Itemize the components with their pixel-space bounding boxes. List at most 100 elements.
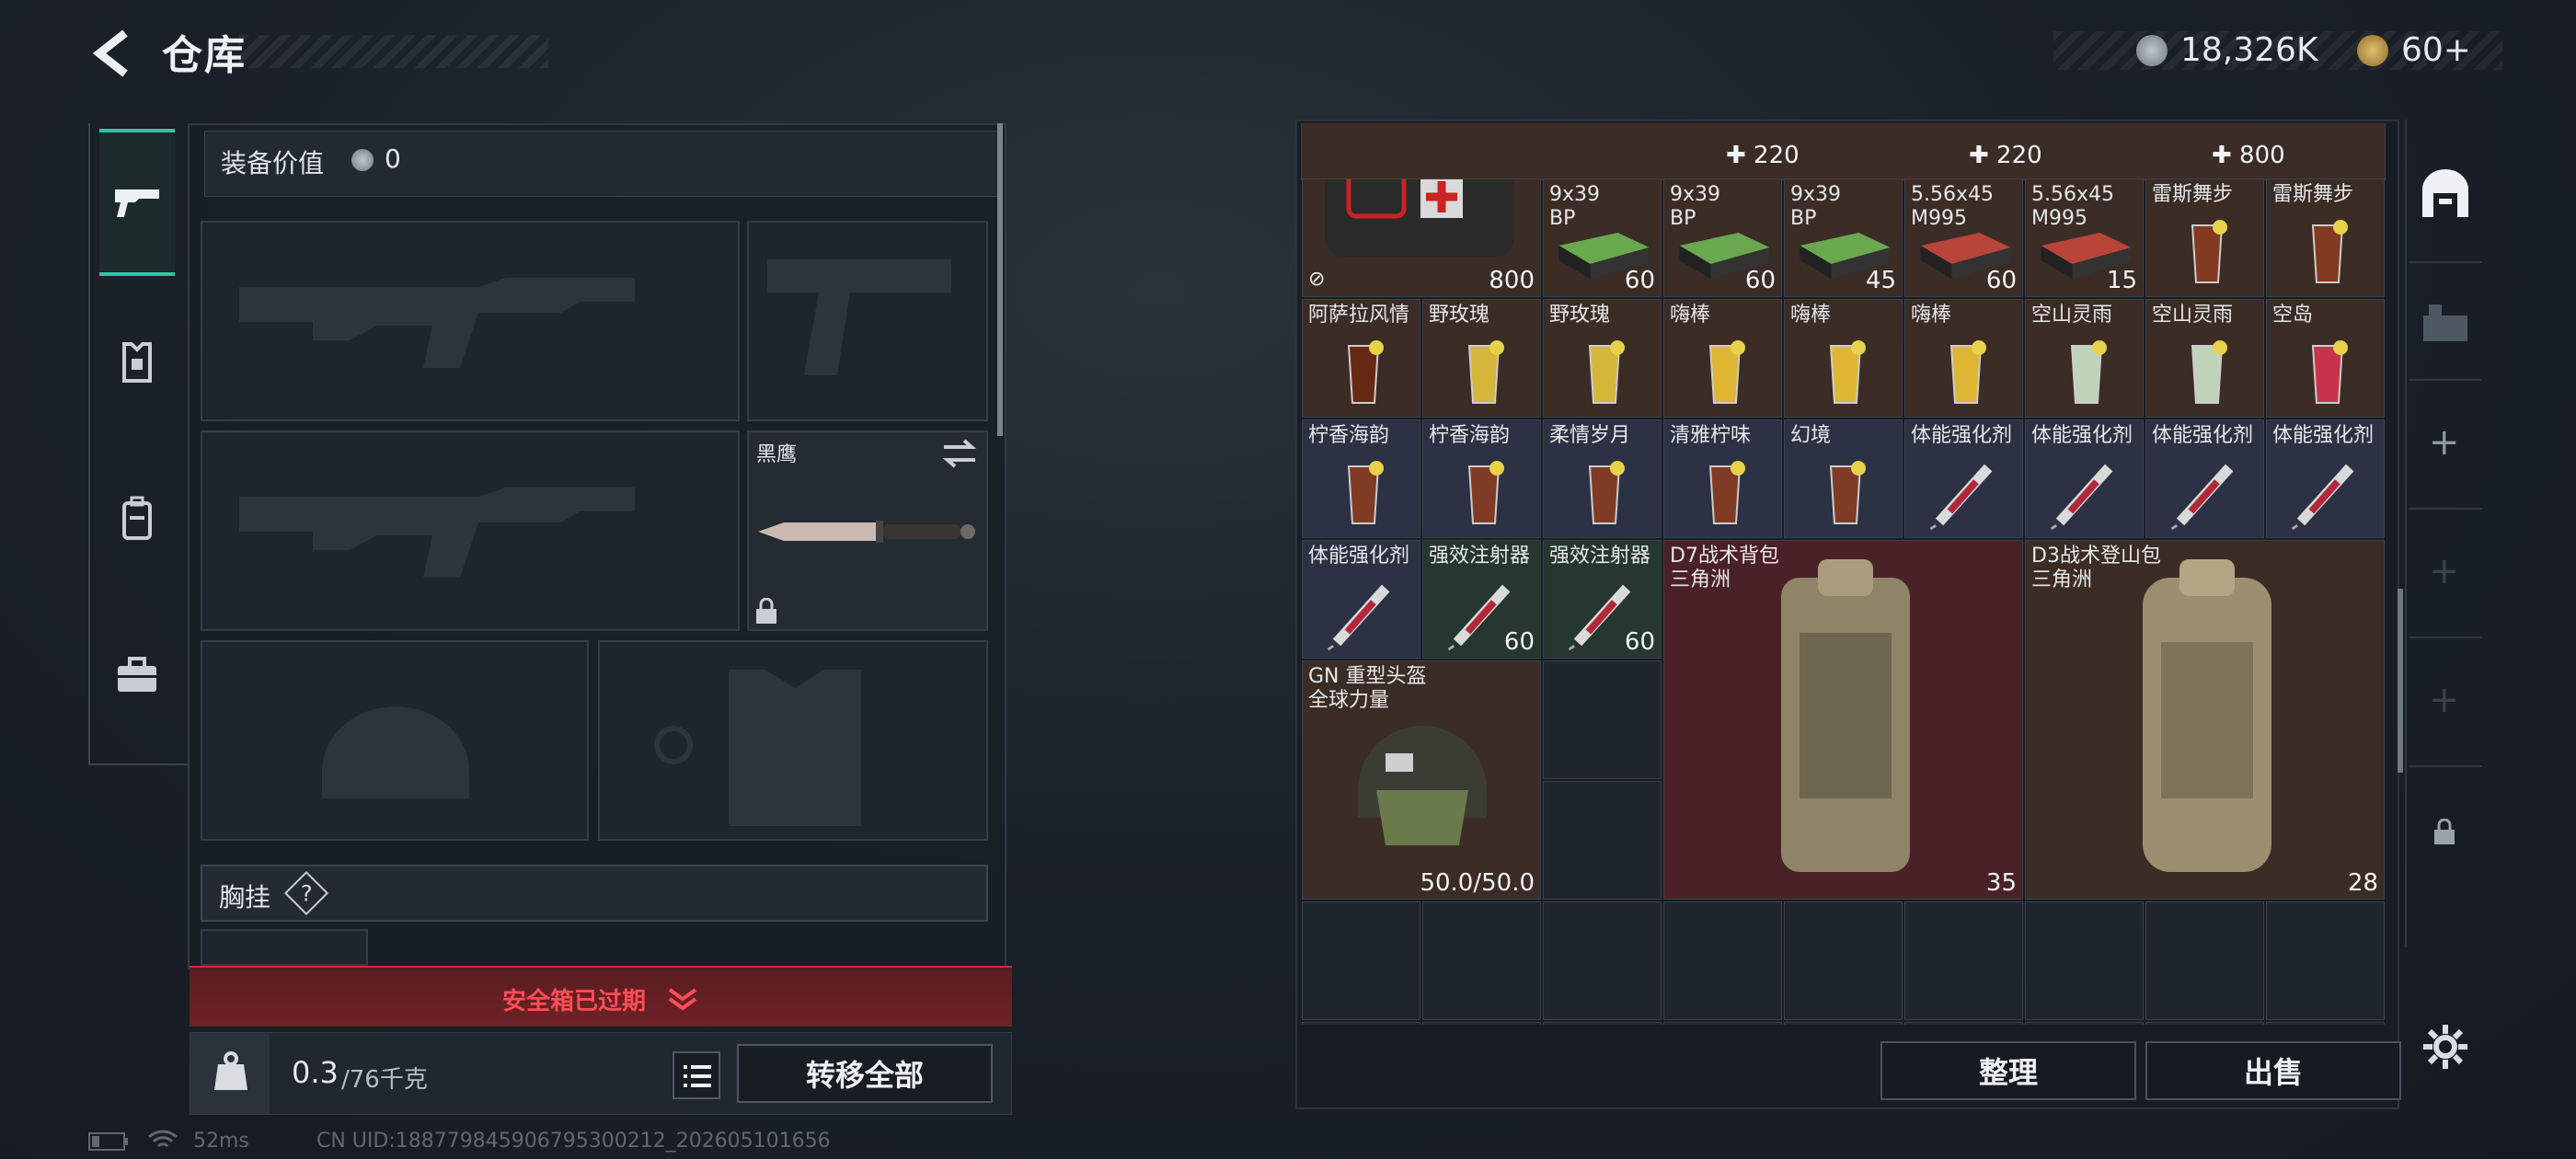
inventory-item[interactable]: 强效注射器 60 [1422,540,1541,659]
tab-case[interactable] [99,602,175,749]
inventory-item[interactable]: 野玫瑰 [1422,299,1541,418]
inventory-item[interactable]: 阿萨拉风情 [1302,299,1420,418]
inventory-item[interactable]: 嗨棒 [1784,299,1903,418]
chest-rig-slot[interactable] [201,929,368,966]
inventory-item[interactable]: 空山灵雨 [2025,299,2144,418]
inventory-item[interactable]: 体能强化剂 [2025,419,2144,538]
token-balance[interactable]: 60+ [2401,31,2471,69]
add-storage-icon[interactable]: + [2429,679,2460,721]
inventory-item[interactable]: D7战术背包 三角洲 35 [1663,540,2023,900]
sell-button[interactable]: 出售 [2145,1041,2401,1100]
back-arrow-icon [92,29,128,77]
empty-slot[interactable] [1543,781,1662,900]
empty-slot[interactable] [2145,1022,2264,1025]
inventory-item[interactable]: ⊘ 800 [1302,178,1541,297]
rail-divider [2409,765,2482,767]
empty-slot[interactable] [1543,660,1662,779]
empty-slot[interactable] [1543,901,1662,1020]
vest-icon [122,342,152,383]
back-button[interactable] [88,28,140,79]
empty-slot[interactable] [1784,901,1903,1020]
empty-slot[interactable] [1663,1022,1782,1025]
inventory-item[interactable]: 柠香海韵 [1302,419,1420,538]
inventory-item[interactable]: 9x39 BP 60 [1663,178,1782,297]
item-name: 5.56x45 M995 [2031,183,2114,230]
inventory-item[interactable]: 嗨棒 [1904,299,2023,418]
knife-icon [758,521,975,543]
empty-slot[interactable] [2025,1022,2144,1025]
empty-slot[interactable] [1663,901,1782,1020]
empty-slot[interactable] [2266,1022,2385,1025]
inventory-item[interactable]: 体能强化剂 [2145,419,2264,538]
empty-slot[interactable] [1904,901,2023,1020]
melee-slot[interactable]: 黑鹰 [747,430,988,631]
add-storage-icon[interactable]: + [2429,550,2460,592]
drink-glass-icon [1829,340,1866,404]
armor-slot[interactable] [598,640,988,841]
item-value: 60 [1744,267,1776,294]
empty-slot[interactable] [1302,901,1420,1020]
item-value: 45 [1865,267,1896,294]
inventory-item[interactable]: 嗨棒 [1663,299,1782,418]
inventory-item[interactable]: 9x39 BP 60 [1543,178,1662,297]
drink-glass-icon [2191,340,2227,404]
empty-slot[interactable] [2025,901,2144,1020]
inventory-item[interactable]: 强效注射器 60 [1543,540,1662,659]
inventory-item[interactable]: 柔情岁月 [1543,419,1662,538]
empty-slot[interactable] [1422,901,1541,1020]
warehouse-tab[interactable] [2409,138,2482,248]
help-icon[interactable]: ? [283,870,329,916]
inventory-scrollbar[interactable] [2398,589,2403,773]
item-name: 体能强化剂 [1308,545,1410,568]
inventory-item[interactable]: 5.56x45 M995 60 [1904,178,2023,297]
empty-slot[interactable] [1302,1022,1420,1025]
rail-divider [2409,508,2482,510]
container-tab[interactable] [2409,276,2482,368]
inventory-item[interactable]: D3战术登山包 三角洲 28 [2025,540,2385,900]
add-storage-icon[interactable]: + [2429,421,2460,464]
inventory-item[interactable]: 柠香海韵 [1422,419,1541,538]
inventory-item[interactable]: 空山灵雨 [2145,299,2264,418]
briefcase-icon [118,657,156,692]
empty-slot[interactable] [1904,1022,2023,1025]
item-name: 雷斯舞步 [2272,183,2354,206]
sort-button[interactable]: 整理 [1880,1041,2136,1100]
tab-weapons[interactable] [99,129,175,276]
inventory-item[interactable]: 野玫瑰 [1543,299,1662,418]
inventory-item[interactable]: 清雅柠味 [1663,419,1782,538]
empty-slot[interactable] [2145,901,2264,1020]
inventory-item[interactable]: 9x39 BP 45 [1784,178,1903,297]
primary-weapon-slot[interactable] [201,221,740,421]
tab-backpack[interactable] [99,445,175,592]
backpack-icon [122,496,152,540]
inventory-item[interactable]: 5.56x45 M995 15 [2025,178,2144,297]
pistol-slot[interactable] [747,221,988,421]
inventory-item[interactable]: 空岛 [2266,299,2385,418]
equipment-scrollbar[interactable] [997,123,1003,436]
empty-slot[interactable] [2266,901,2385,1020]
inventory-item[interactable]: GN 重型头盔 全球力量 50.0/50.0 [1302,660,1541,900]
tab-armor[interactable] [99,289,175,436]
settings-gear-icon[interactable] [2421,1023,2469,1071]
empty-slot[interactable] [1422,1022,1541,1025]
helmet-slot[interactable] [201,640,589,841]
item-name: 空山灵雨 [2031,304,2113,327]
secondary-weapon-slot[interactable] [201,430,740,631]
item-name: 柠香海韵 [1308,424,1390,447]
safe-box-status-bar[interactable]: 安全箱已过期 [190,966,1012,1027]
inventory-item[interactable]: 幻境 [1784,419,1903,538]
inventory-item[interactable]: 体能强化剂 [1904,419,2023,538]
list-view-button[interactable] [673,1051,720,1099]
inventory-item[interactable]: 体能强化剂 [1302,540,1420,659]
empty-slot[interactable] [1784,1022,1903,1025]
transfer-all-button[interactable]: 转移全部 [737,1044,993,1103]
item-name: 嗨棒 [1911,304,1952,327]
inventory-item[interactable]: 雷斯舞步 [2145,178,2264,297]
item-name: 9x39 BP [1790,183,1842,230]
inventory-item[interactable]: 雷斯舞步 [2266,178,2385,297]
drink-glass-icon [1829,461,1866,524]
swap-icon[interactable] [940,438,979,469]
list-icon [684,1065,711,1087]
empty-slot[interactable] [1543,1022,1662,1025]
inventory-item[interactable]: 体能强化剂 [2266,419,2385,538]
